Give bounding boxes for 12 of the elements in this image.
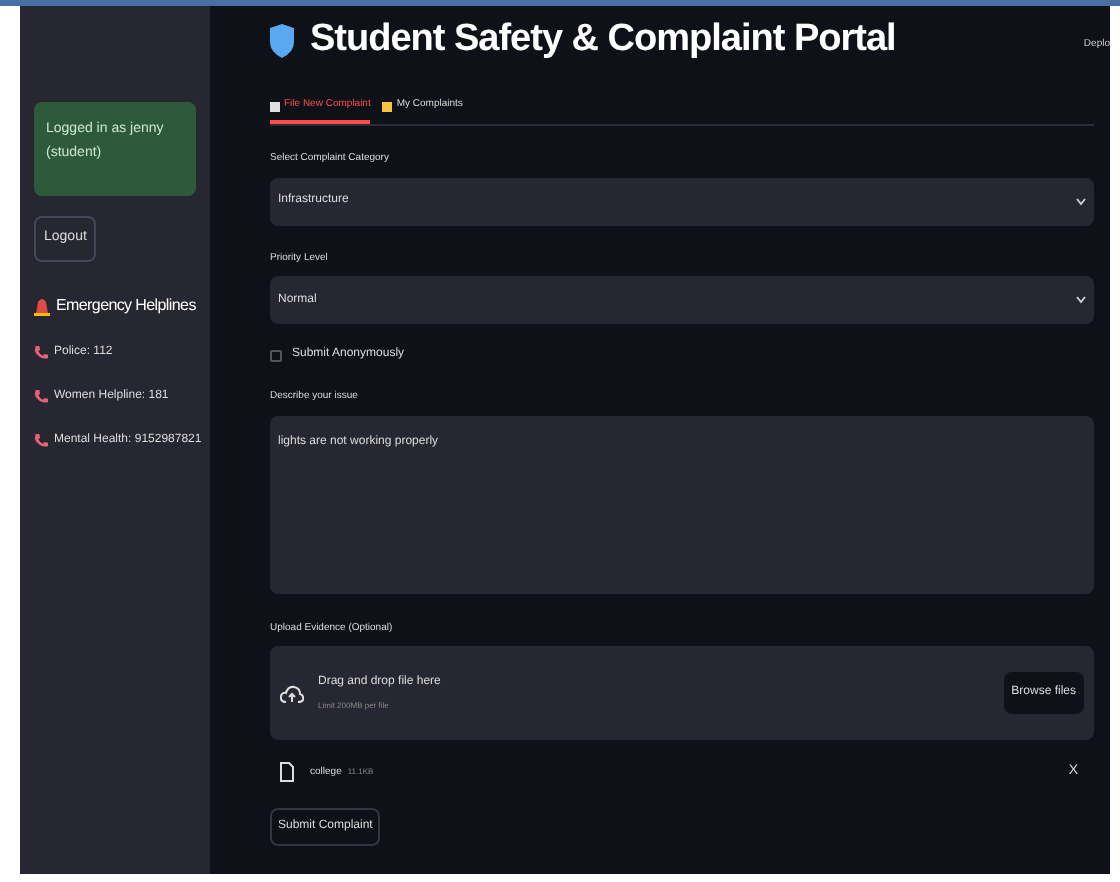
phone-icon [34, 433, 48, 447]
page-title: Student Safety & Complaint Portal [310, 15, 896, 64]
phone-icon [34, 345, 48, 359]
cloud-upload-icon [280, 683, 304, 703]
phone-icon [34, 389, 48, 403]
file-icon [280, 762, 294, 783]
shield-icon [270, 23, 294, 57]
chevron-down-icon [1076, 296, 1086, 304]
helplines-title: Emergency Helplines [56, 293, 196, 317]
anonymous-checkbox[interactable] [270, 349, 282, 361]
chevron-down-icon [1076, 197, 1086, 205]
siren-icon [34, 295, 50, 315]
